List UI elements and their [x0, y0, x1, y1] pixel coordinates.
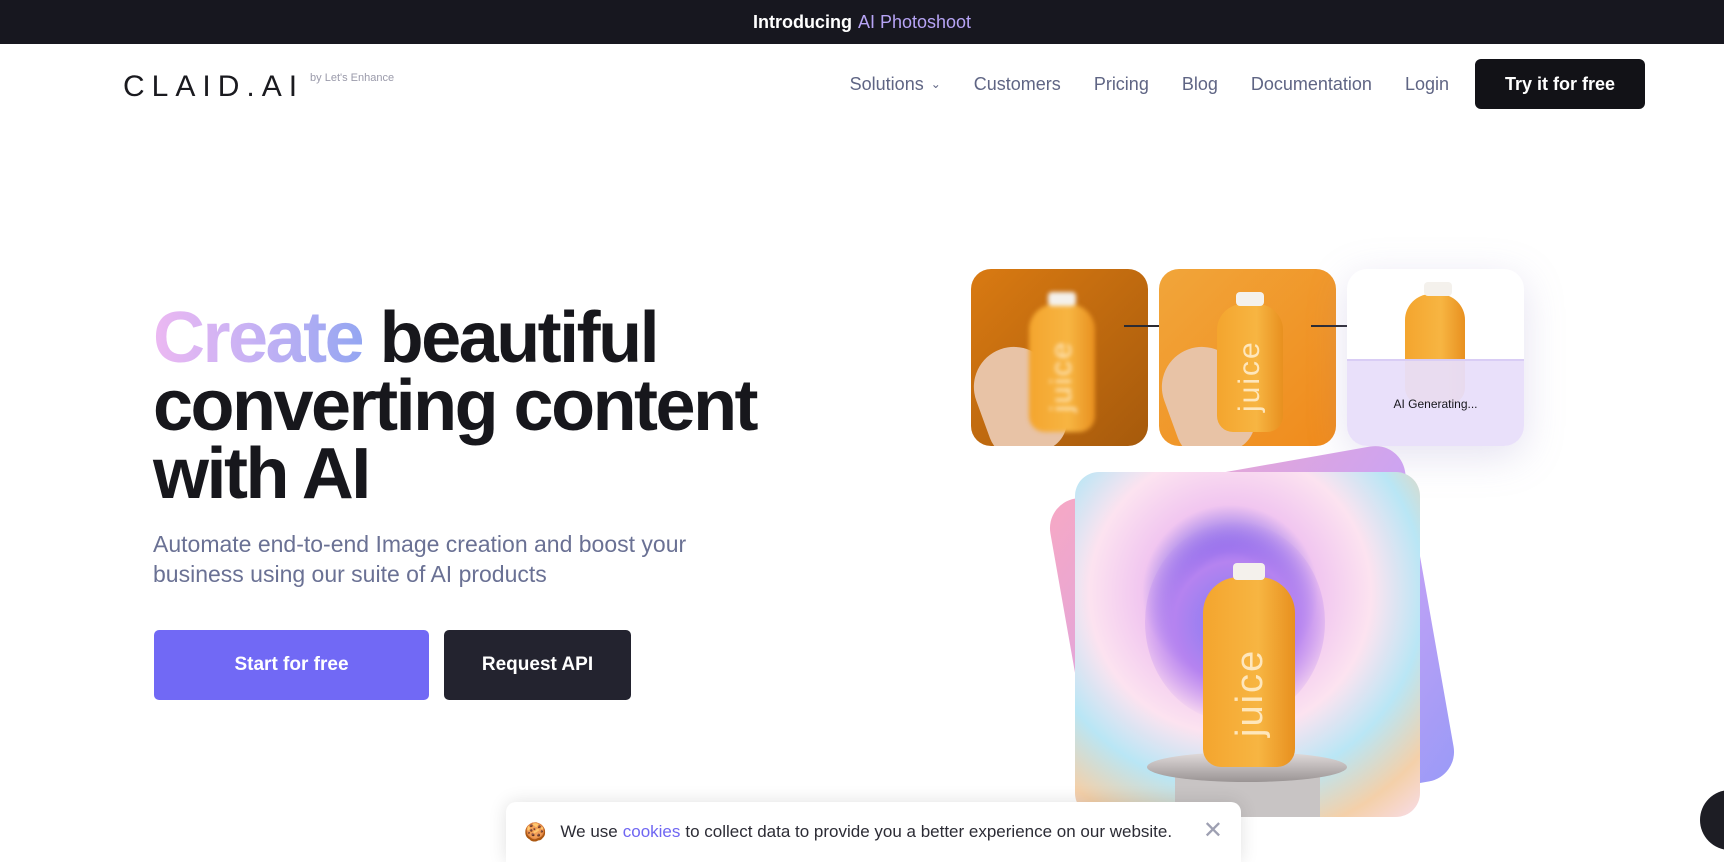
try-free-button[interactable]: Try it for free: [1475, 59, 1645, 109]
enhanced-photo-tile: juice: [1159, 269, 1336, 446]
juice-bottle-image: juice: [1029, 292, 1095, 432]
bottle-cap: [1236, 292, 1264, 306]
cookie-text-after: to collect data to provide you a better …: [685, 822, 1173, 841]
nav-item-login[interactable]: Login: [1405, 74, 1449, 95]
announcement-bar[interactable]: Introducing AI Photoshoot: [0, 0, 1724, 44]
logo-byline: by Let's Enhance: [310, 72, 395, 84]
bottle-cap: [1048, 292, 1076, 306]
announcement-lead: Introducing: [752, 11, 852, 32]
nav-item-solutions[interactable]: Solutions ⌄: [850, 74, 941, 95]
juice-bottle-image: juice: [1203, 563, 1295, 767]
cookie-text-before: We use: [560, 822, 618, 841]
generating-photo-tile: AI Generating...: [1347, 269, 1524, 446]
announcement-link[interactable]: AI Photoshoot: [858, 12, 971, 33]
chevron-down-icon: ⌄: [930, 77, 941, 91]
main-nav: Solutions ⌄ Customers Pricing Blog Docum…: [850, 58, 1645, 110]
nav-item-label: Solutions: [849, 73, 924, 94]
nav-item-blog[interactable]: Blog: [1182, 74, 1218, 95]
cookie-icon: 🍪: [524, 821, 547, 842]
close-icon[interactable]: ✕: [1203, 816, 1223, 845]
source-photo-tile: juice: [971, 269, 1148, 446]
bottle-label: juice: [1045, 340, 1078, 412]
chat-launcher-button[interactable]: [1700, 790, 1724, 850]
start-free-button[interactable]: Start for free: [154, 630, 429, 700]
hero-title: Create beautiful converting content with…: [153, 302, 793, 510]
nav-item-pricing[interactable]: Pricing: [1094, 74, 1149, 95]
cookies-link[interactable]: cookies: [623, 822, 681, 842]
cookie-banner: 🍪 We use cookies to collect data to prov…: [506, 802, 1241, 862]
bottle-label: juice: [1229, 648, 1271, 737]
hero-subtitle: Automate end-to-end Image creation and b…: [153, 531, 687, 587]
generating-status: AI Generating...: [1347, 359, 1524, 446]
bottle-label: juice: [1233, 340, 1266, 412]
result-photo-card: juice: [1075, 472, 1420, 817]
nav-item-customers[interactable]: Customers: [974, 74, 1061, 95]
bottle-cap: [1424, 282, 1452, 296]
bottle-cap: [1233, 563, 1265, 580]
request-api-button[interactable]: Request API: [444, 630, 631, 700]
juice-bottle-image: juice: [1217, 292, 1283, 432]
nav-item-documentation[interactable]: Documentation: [1251, 74, 1372, 95]
logo[interactable]: CLAID.AI by Let's Enhance: [123, 70, 394, 104]
logo-mark[interactable]: CLAID.AI: [123, 70, 304, 104]
